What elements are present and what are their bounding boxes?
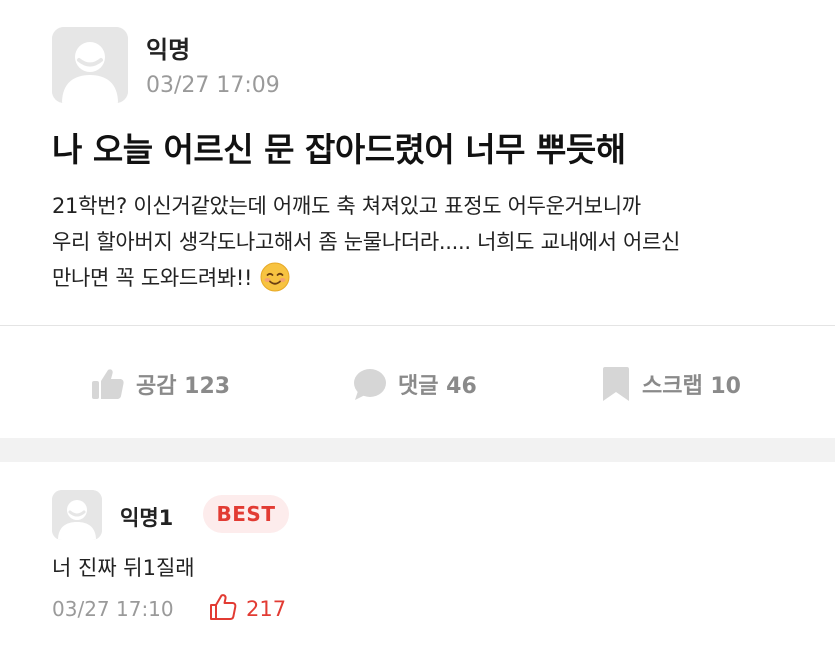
- comment-count-label: 댓글 46: [398, 374, 477, 399]
- bookmark-icon: [600, 366, 632, 402]
- comment-item: 익명1 BEST 너 진짜 뒤1질래 03/27 17:10 217: [0, 462, 835, 654]
- post-author: 익명: [146, 36, 191, 64]
- avatar[interactable]: [52, 490, 102, 540]
- like-count-label: 공감 123: [136, 374, 231, 399]
- like-button[interactable]: 공감 123: [90, 364, 230, 404]
- post-title: 나 오늘 어르신 문 잡아드렸어 너무 뿌듯해: [52, 130, 626, 169]
- user-icon: [52, 27, 128, 103]
- smiling-face-icon: [260, 262, 290, 292]
- comment-author: 익명1: [120, 506, 174, 530]
- comment-like-count: 217: [246, 597, 287, 621]
- scrap-count-label: 스크랩 10: [642, 374, 741, 399]
- post: 익명 03/27 17:09 나 오늘 어르신 문 잡아드렸어 너무 뿌듯해 2…: [0, 0, 835, 325]
- post-body-line: 21학번? 이신거같았는데 어깨도 축 쳐져있고 표정도 어두운거보니까: [52, 194, 641, 218]
- comment-button[interactable]: 댓글 46: [352, 364, 477, 404]
- scrap-button[interactable]: 스크랩 10: [600, 364, 741, 404]
- best-badge: BEST: [203, 495, 289, 533]
- post-body-line: 만나면 꼭 도와드려봐!!: [52, 260, 792, 296]
- user-icon: [52, 490, 102, 540]
- avatar[interactable]: [52, 27, 128, 103]
- post-actions-bar: 공감 123 댓글 46 스크랩 10: [0, 326, 835, 438]
- thumbs-up-icon: [208, 592, 238, 626]
- post-body-text: 만나면 꼭 도와드려봐!!: [52, 266, 253, 290]
- post-body-line: 우리 할아버지 생각도나고해서 좀 눈물나더라..... 너희도 교내에서 어르…: [52, 230, 681, 254]
- comment-timestamp: 03/27 17:10: [52, 597, 174, 621]
- section-separator: [0, 438, 835, 462]
- post-body: 21학번? 이신거같았는데 어깨도 축 쳐져있고 표정도 어두운거보니까 우리 …: [52, 188, 792, 296]
- thumbs-up-icon: [90, 366, 126, 402]
- comment-like-button[interactable]: 217: [208, 592, 286, 626]
- post-timestamp: 03/27 17:09: [146, 73, 280, 98]
- speech-bubble-icon: [352, 366, 388, 402]
- comment-text: 너 진짜 뒤1질래: [52, 556, 195, 580]
